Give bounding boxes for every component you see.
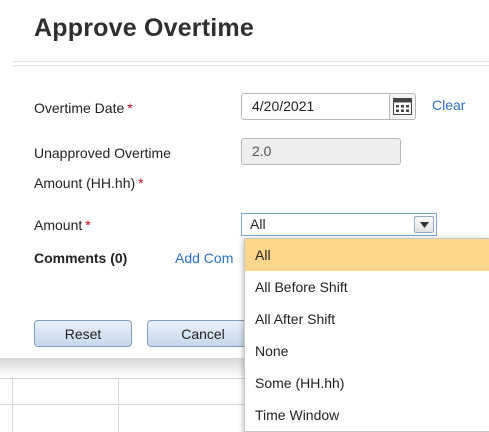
amount-label-text: Amount	[34, 217, 83, 233]
required-mark: *	[85, 217, 91, 233]
calendar-icon	[393, 98, 412, 115]
title-divider-bottom	[12, 65, 489, 66]
amount-select-value: All	[250, 216, 266, 232]
comments-label: Comments (0)	[34, 250, 128, 266]
unapproved-amount-label-line2: Amount (HH.hh)	[34, 175, 136, 191]
amount-option-all-before-shift[interactable]: All Before Shift	[245, 271, 489, 303]
amount-option-time-window[interactable]: Time Window	[245, 399, 489, 431]
amount-option-none[interactable]: None	[245, 335, 489, 367]
unapproved-amount-field: 2.0	[241, 138, 401, 165]
overtime-date-label: Overtime Date *	[34, 96, 133, 120]
amount-option-some[interactable]: Some (HH.hh)	[245, 367, 489, 399]
amount-label: Amount *	[34, 213, 91, 237]
grid-line	[12, 378, 13, 432]
overtime-date-label-text: Overtime Date	[34, 100, 125, 116]
add-comment-link[interactable]: Add Com	[175, 250, 233, 266]
amount-option-all-after-shift[interactable]: All After Shift	[245, 303, 489, 335]
grid-line	[118, 378, 119, 432]
required-mark: *	[127, 100, 133, 116]
unapproved-amount-label: Unapproved Overtime Amount (HH.hh) *	[34, 141, 171, 195]
overtime-date-input[interactable]: 4/20/2021	[241, 93, 390, 120]
required-mark: *	[138, 175, 144, 191]
unapproved-amount-label-line1: Unapproved Overtime	[34, 145, 171, 161]
clear-date-link[interactable]: Clear	[432, 97, 465, 113]
reset-button[interactable]: Reset	[34, 320, 132, 347]
amount-select-arrow-button[interactable]	[414, 216, 434, 233]
amount-select[interactable]: All	[241, 213, 437, 236]
amount-dropdown-list: All All Before Shift All After Shift Non…	[244, 238, 489, 432]
cancel-button[interactable]: Cancel	[147, 320, 259, 347]
title-divider-top	[12, 61, 489, 62]
page-title: Approve Overtime	[34, 14, 254, 42]
calendar-button[interactable]	[389, 93, 416, 120]
amount-option-all[interactable]: All	[245, 239, 489, 271]
chevron-down-icon	[419, 221, 429, 228]
unapproved-amount-label-line2-wrap: Amount (HH.hh) *	[34, 171, 171, 195]
